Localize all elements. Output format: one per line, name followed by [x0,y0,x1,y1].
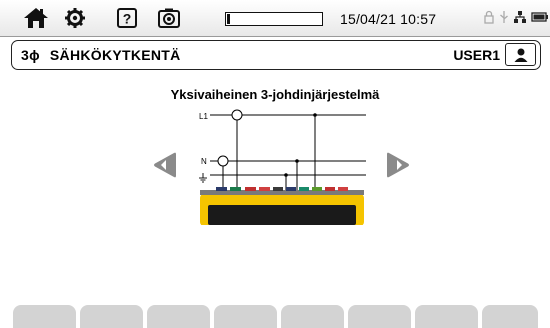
function-key-1[interactable] [13,305,76,328]
next-button[interactable] [383,150,413,180]
phase-label: 3ϕ [21,47,40,63]
datetime: 15/04/21 10:57 [340,11,437,27]
title-text: SÄHKÖKYTKENTÄ [49,47,181,63]
page-title: 3ϕ SÄHKÖKYTKENTÄ [21,47,181,63]
user-button[interactable] [505,43,536,66]
battery-icon [531,11,549,23]
network-icon [513,10,527,24]
status-bar: ? 15/04/21 10:57 [0,0,550,37]
title-bar: 3ϕ SÄHKÖKYTKENTÄ USER1 [11,40,541,70]
wiring-diagram: L1 N [199,109,366,225]
function-key-6[interactable] [348,305,411,328]
arrow-left-icon [154,152,176,178]
arrow-right-icon [387,152,409,178]
function-key-7[interactable] [415,305,478,328]
usb-icon [499,10,509,24]
camera-icon[interactable] [155,4,183,32]
progress-bar [225,12,323,26]
function-key-3[interactable] [147,305,210,328]
user-label: USER1 [453,47,500,63]
label-l1: L1 [199,112,208,121]
function-key-5[interactable] [281,305,344,328]
home-icon[interactable] [22,4,50,32]
status-icons [483,10,549,24]
ground-icon [199,173,207,183]
function-key-2[interactable] [80,305,143,328]
measuring-device [200,187,364,225]
help-icon[interactable]: ? [114,4,140,32]
junction-dots [284,113,317,177]
user-icon [514,48,527,62]
wires [210,109,366,190]
previous-button[interactable] [150,150,180,180]
svg-text:?: ? [123,11,132,27]
gear-icon[interactable] [62,4,88,32]
function-key-bar [0,305,550,328]
lock-icon [483,10,495,24]
function-key-8[interactable] [482,305,538,328]
function-key-4[interactable] [214,305,277,328]
label-n: N [201,157,207,166]
progress-fill [227,14,230,24]
